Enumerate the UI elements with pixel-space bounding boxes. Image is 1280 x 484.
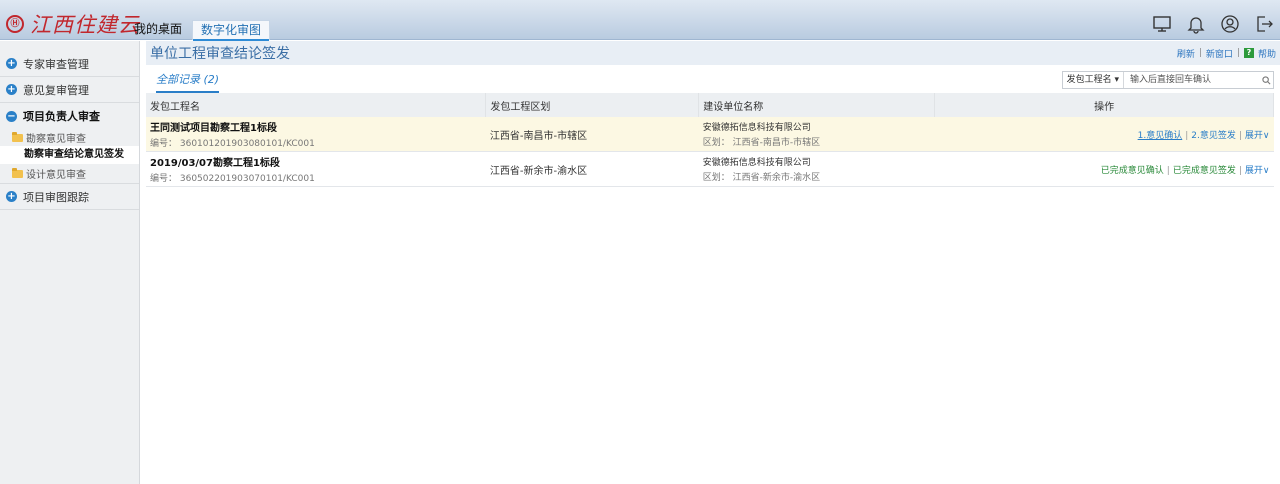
column-header[interactable]: 建设单位名称 <box>698 93 936 117</box>
opinion-issue-link[interactable]: 2.意见签发 <box>1191 131 1236 141</box>
top-nav: 我的桌面 数字化审图 <box>128 20 271 42</box>
sidebar: + 专家审查管理 + 意见复审管理 − 项目负责人审查 勘察意见审查 勘察审查结… <box>0 41 140 484</box>
search-icon[interactable] <box>1259 72 1273 88</box>
tab-all-records[interactable]: 全部记录 (2) <box>156 71 220 93</box>
nav-my-desktop[interactable]: 我的桌面 <box>128 20 188 40</box>
expand-link[interactable]: 展开∨ <box>1245 131 1270 141</box>
top-bar: Ⓗ 江西住建云 我的桌面 数字化审图 <box>0 0 1280 42</box>
row-actions: 已完成意见确认 | 已完成意见签发 | 展开∨ <box>934 151 1274 187</box>
divider: | <box>1198 48 1202 58</box>
sidebar-group-project-lead-review[interactable]: − 项目负责人审查 <box>0 103 139 129</box>
plus-circle-icon: + <box>6 191 17 202</box>
logo[interactable]: Ⓗ 江西住建云 <box>6 9 140 39</box>
project-name: 王同测试项目勘察工程1标段 <box>150 123 277 134</box>
folder-icon <box>12 131 23 142</box>
sidebar-group-opinion-recheck[interactable]: + 意见复审管理 <box>0 77 139 103</box>
header-links: 刷新 | 新窗口 | ? 帮助 <box>1177 47 1276 60</box>
monitor-icon[interactable] <box>1152 14 1172 37</box>
bell-icon[interactable] <box>1186 14 1206 37</box>
status-confirmed: 已完成意见确认 <box>1100 165 1164 176</box>
column-header[interactable]: 发包工程名 <box>146 93 487 117</box>
sidebar-group-label: 项目负责人审查 <box>23 110 100 123</box>
tab-row: 全部记录 (2) 发包工程名 ▾ <box>146 65 1280 93</box>
main-content: 单位工程审查结论签发 刷新 | 新窗口 | ? 帮助 全部记录 (2) 发包工程… <box>146 41 1280 484</box>
logo-mark-icon: Ⓗ <box>6 15 24 33</box>
divider: | <box>1236 48 1240 58</box>
search-field-select[interactable]: 发包工程名 ▾ <box>1063 72 1124 88</box>
expand-link[interactable]: 展开∨ <box>1245 166 1270 176</box>
divider: | <box>1166 165 1170 176</box>
table-header-row: 发包工程名 发包工程区划 建设单位名称 操作 <box>146 93 1274 117</box>
status-issued: 已完成意见签发 <box>1172 165 1236 176</box>
divider: | <box>1238 130 1242 141</box>
sidebar-group-label: 意见复审管理 <box>23 83 89 97</box>
records-table: 发包工程名 发包工程区划 建设单位名称 操作 王同测试项目勘察工程1标段 编号：… <box>146 93 1274 187</box>
new-window-link[interactable]: 新窗口 <box>1206 47 1233 60</box>
table-row[interactable]: 2019/03/07勘察工程1标段 编号： 360502201903070101… <box>146 151 1274 187</box>
sidebar-group-tracking[interactable]: + 项目审图跟踪 <box>0 184 139 210</box>
sidebar-item-label: 设计意见审查 <box>26 170 86 181</box>
project-name: 2019/03/07勘察工程1标段 <box>150 158 280 169</box>
plus-circle-icon: + <box>6 84 17 95</box>
minus-circle-icon: − <box>6 110 17 122</box>
search-box: 发包工程名 ▾ <box>1061 71 1274 89</box>
unit-area: 区划： 江西省-新余市-渝水区 <box>702 173 821 183</box>
sidebar-group-label: 项目审图跟踪 <box>23 190 89 204</box>
search-input[interactable] <box>1124 72 1259 88</box>
opinion-confirm-link[interactable]: 1.意见确认 <box>1138 131 1183 141</box>
top-icons <box>1152 14 1274 37</box>
refresh-link[interactable]: 刷新 <box>1177 47 1195 60</box>
column-header: 操作 <box>934 93 1274 117</box>
sidebar-item-design-review[interactable]: 设计意见审查 <box>0 164 139 184</box>
help-icon[interactable]: ? <box>1243 48 1254 58</box>
unit-name: 安徽德拓信息科技有限公司 <box>702 123 811 133</box>
help-link[interactable]: 帮助 <box>1258 47 1276 60</box>
project-code: 编号： 360101201903080101/KC001 <box>150 139 315 149</box>
sidebar-item-survey-review[interactable]: 勘察意见审查 <box>0 129 139 146</box>
plus-circle-icon: + <box>6 58 17 69</box>
divider: | <box>1238 165 1242 176</box>
column-header[interactable]: 发包工程区划 <box>485 93 700 117</box>
user-icon[interactable] <box>1220 14 1240 37</box>
project-region: 江西省-南昌市-市辖区 <box>485 117 699 152</box>
sidebar-group-expert-review[interactable]: + 专家审查管理 <box>0 51 139 77</box>
page-header: 单位工程审查结论签发 刷新 | 新窗口 | ? 帮助 <box>146 41 1280 65</box>
unit-area: 区划： 江西省-南昌市-市辖区 <box>702 138 821 148</box>
table-row[interactable]: 王同测试项目勘察工程1标段 编号： 360101201903080101/KC0… <box>146 117 1274 152</box>
row-actions: 1.意见确认 | 2.意见签发 | 展开∨ <box>934 117 1274 152</box>
divider: | <box>1185 130 1189 141</box>
logo-text: 江西住建云 <box>30 13 140 37</box>
logout-icon[interactable] <box>1254 14 1274 37</box>
folder-icon <box>12 167 23 178</box>
project-region: 江西省-新余市-渝水区 <box>485 151 699 187</box>
nav-digital-review[interactable]: 数字化审图 <box>192 20 271 42</box>
sidebar-item-label: 勘察意见审查 <box>26 134 86 145</box>
project-code: 编号： 360502201903070101/KC001 <box>150 174 315 184</box>
sidebar-group-label: 专家审查管理 <box>23 57 89 71</box>
sidebar-item-conclusion-issue[interactable]: 勘察审查结论意见签发 <box>0 146 139 164</box>
unit-name: 安徽德拓信息科技有限公司 <box>702 158 811 168</box>
page-title: 单位工程审查结论签发 <box>150 46 290 62</box>
